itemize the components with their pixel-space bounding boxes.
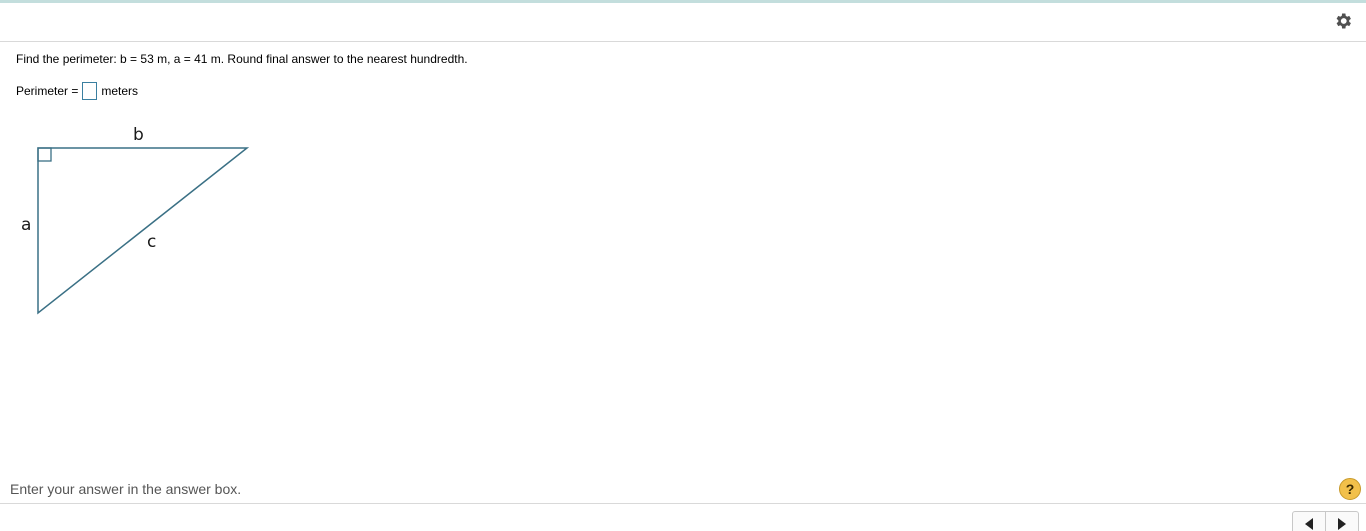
next-button[interactable]: [1325, 512, 1358, 531]
help-button[interactable]: ?: [1339, 478, 1361, 500]
unit-label: meters: [101, 84, 139, 98]
header-divider: [0, 41, 1366, 42]
question-page: Find the perimeter: b = 53 m, a = 41 m. …: [0, 0, 1366, 531]
settings-button[interactable]: [1331, 9, 1355, 33]
label-a: a: [21, 215, 31, 235]
previous-button[interactable]: [1293, 512, 1325, 531]
perimeter-answer-input[interactable]: [82, 82, 98, 100]
top-accent-bar: [0, 0, 1366, 3]
navigation-buttons: [1292, 511, 1359, 531]
triangle-right-icon: [1338, 518, 1346, 530]
question-prompt: Find the perimeter: b = 53 m, a = 41 m. …: [16, 52, 468, 66]
triangle-outline: [37, 147, 250, 315]
label-c: c: [147, 232, 156, 252]
right-angle-marker: [37, 147, 52, 162]
footer-divider: [0, 503, 1366, 504]
instruction-text: Enter your answer in the answer box.: [10, 481, 242, 497]
triangle-left-icon: [1305, 518, 1313, 530]
answer-line: Perimeter = meters: [16, 80, 138, 102]
gear-icon: [1336, 13, 1351, 29]
perimeter-label: Perimeter =: [16, 84, 79, 98]
label-b: b: [133, 125, 144, 145]
right-triangle-figure: b a c: [21, 125, 250, 315]
